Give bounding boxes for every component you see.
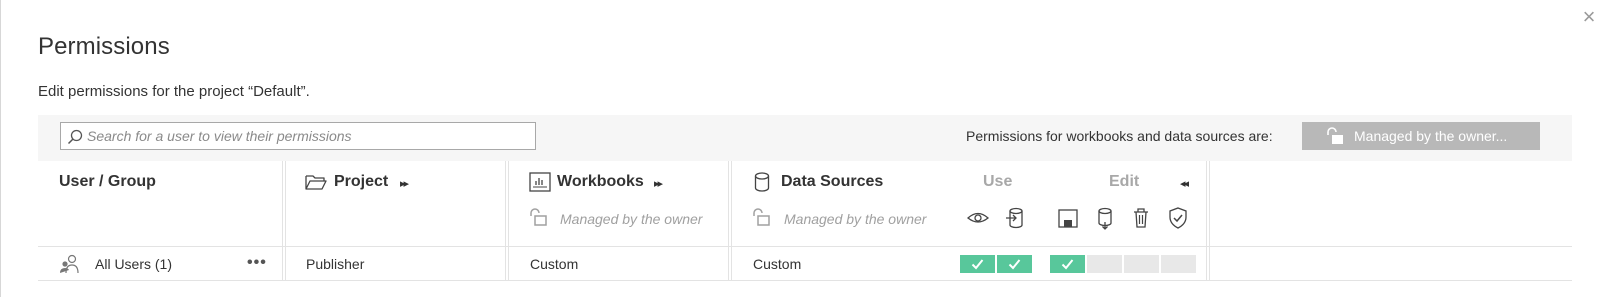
more-options-button[interactable]: ••• xyxy=(247,254,267,272)
capability-group-use: Use xyxy=(983,173,1013,190)
delete-icon[interactable] xyxy=(1129,206,1153,230)
expand-workbooks-icon[interactable]: ▸▸ xyxy=(654,177,663,190)
column-divider xyxy=(282,161,283,281)
download-datasource-icon[interactable] xyxy=(1093,206,1117,230)
unlock-icon xyxy=(753,208,770,226)
column-divider xyxy=(731,161,732,281)
dialog-title: Permissions xyxy=(38,33,170,60)
permissions-dialog: × Permissions Edit permissions for the p… xyxy=(0,0,1606,297)
unlock-icon xyxy=(1327,127,1343,144)
search-icon xyxy=(67,129,83,145)
folder-icon xyxy=(305,175,327,190)
unlock-icon xyxy=(530,208,547,226)
column-divider xyxy=(505,161,506,281)
close-icon[interactable]: × xyxy=(1578,6,1600,28)
column-divider xyxy=(1206,161,1207,281)
user-group-icon xyxy=(60,254,79,274)
capability-group-edit: Edit xyxy=(1109,173,1140,190)
managed-button-label: Managed by the owner... xyxy=(1354,128,1508,144)
column-header-user-group: User / Group xyxy=(59,173,156,190)
user-group-name[interactable]: All Users (1) xyxy=(95,256,172,272)
column-header-data-sources: Data Sources xyxy=(781,173,884,190)
check-icon xyxy=(1008,259,1021,270)
search-box[interactable] xyxy=(60,122,536,150)
workbooks-managed-note: Managed by the owner xyxy=(560,211,703,227)
capability-download-unspecified[interactable] xyxy=(1087,255,1122,273)
set-permissions-icon[interactable] xyxy=(1166,206,1190,230)
capability-save-allowed[interactable] xyxy=(1050,255,1085,273)
save-icon[interactable] xyxy=(1056,206,1080,230)
data-sources-managed-note: Managed by the owner xyxy=(784,211,927,227)
column-divider xyxy=(1209,161,1210,281)
permissions-grid: User / Group Project ▸▸ Workbooks ▸▸ Man… xyxy=(38,161,1572,297)
data-sources-role[interactable]: Custom xyxy=(753,256,801,272)
managed-by-owner-button[interactable]: Managed by the owner... xyxy=(1302,122,1540,150)
search-input[interactable] xyxy=(87,123,527,149)
workbooks-role[interactable]: Custom xyxy=(530,256,578,272)
permissions-label: Permissions for workbooks and data sourc… xyxy=(966,128,1273,144)
project-role[interactable]: Publisher xyxy=(306,256,364,272)
row-divider xyxy=(38,280,1572,281)
permissions-toolbar: Permissions for workbooks and data sourc… xyxy=(38,115,1572,161)
collapse-data-sources-icon[interactable]: ◂◂ xyxy=(1180,177,1189,190)
connect-icon[interactable] xyxy=(1003,206,1027,230)
column-divider xyxy=(508,161,509,281)
capability-connect-allowed[interactable] xyxy=(997,255,1032,273)
workbook-icon xyxy=(529,172,551,192)
check-icon xyxy=(1061,259,1074,270)
column-divider xyxy=(728,161,729,281)
dialog-border xyxy=(0,0,1,297)
database-icon xyxy=(754,172,770,192)
expand-project-icon[interactable]: ▸▸ xyxy=(400,177,409,190)
capability-view-allowed[interactable] xyxy=(960,255,995,273)
dialog-subtitle: Edit permissions for the project “Defaul… xyxy=(38,83,310,100)
column-header-project: Project xyxy=(334,173,389,190)
check-icon xyxy=(971,259,984,270)
view-icon[interactable] xyxy=(966,206,990,230)
column-header-workbooks: Workbooks xyxy=(557,173,644,190)
column-divider xyxy=(285,161,286,281)
capability-set-permissions-unspecified[interactable] xyxy=(1161,255,1196,273)
header-divider xyxy=(38,246,1572,247)
capability-delete-unspecified[interactable] xyxy=(1124,255,1159,273)
